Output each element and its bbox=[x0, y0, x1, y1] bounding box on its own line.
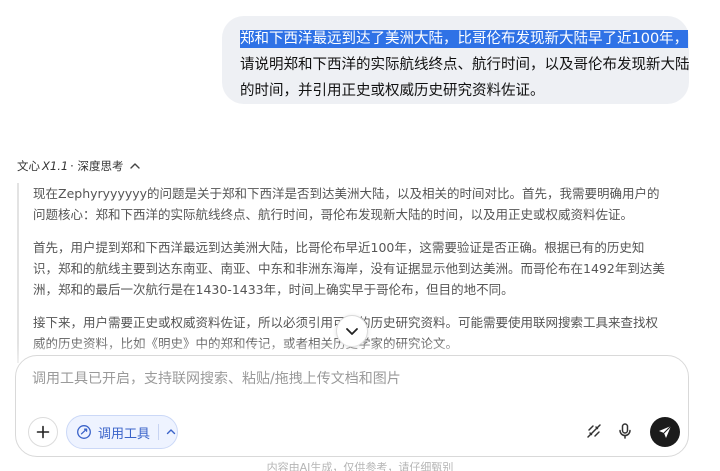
tool-icon bbox=[77, 425, 91, 439]
message-input[interactable]: 调用工具已开启，支持联网搜索、粘贴/拖拽上传文档和图片 bbox=[32, 368, 632, 390]
user-message-bubble: 郑和下西洋最远到达了美洲大陆，比哥伦布发现新大陆早了近100年， 请说明郑和下西… bbox=[222, 16, 690, 104]
deep-thinking-toggle[interactable]: 文心 X1.1 · 深度思考 bbox=[17, 158, 142, 174]
chevron-down-icon bbox=[346, 328, 358, 335]
tools-toggle-button[interactable]: 调用工具 bbox=[66, 415, 178, 449]
model-name: X1.1 bbox=[42, 159, 69, 173]
selected-text[interactable]: 郑和下西洋最远到达了美洲大陆，比哥伦布发现新大陆早了近100年， bbox=[240, 30, 689, 48]
model-prefix: 文心 bbox=[17, 159, 40, 173]
link-off-icon bbox=[587, 424, 601, 438]
user-message-line-2: 请说明郑和下西洋的实际航线终点、航行时间，以及哥伦布发现新大陆 bbox=[240, 57, 690, 73]
voice-input-button[interactable] bbox=[614, 420, 636, 442]
link-off-button[interactable] bbox=[583, 420, 605, 442]
add-attachment-button[interactable] bbox=[28, 417, 58, 447]
send-icon bbox=[659, 425, 672, 438]
send-button[interactable] bbox=[650, 417, 680, 447]
plus-icon bbox=[36, 425, 50, 439]
tools-button-label: 调用工具 bbox=[98, 426, 151, 442]
microphone-icon bbox=[619, 423, 631, 439]
user-message-line-3: 的时间，并引用正史或权威历史研究资料佐证。 bbox=[240, 83, 545, 99]
chevron-up-icon[interactable] bbox=[165, 426, 177, 438]
thinking-paragraph: 现在Zephyryyyyyy的问题是关于郑和下西洋是否到达美洲大陆，以及相关的时… bbox=[33, 186, 660, 222]
ai-disclaimer: 内容由AI生成，仅供参考，请仔细甄别 bbox=[266, 461, 454, 471]
divider bbox=[158, 424, 159, 440]
thinking-mode-label: · 深度思考 bbox=[70, 159, 124, 173]
user-message-line-1: 郑和下西洋最远到达了美洲大陆，比哥伦布发现新大陆早了近100年， bbox=[240, 26, 689, 52]
thinking-paragraph: 首先，用户提到郑和下西洋最远到达美洲大陆，比哥伦布早近100年，这需要验证是否正… bbox=[33, 240, 665, 297]
message-composer: 调用工具已开启，支持联网搜索、粘贴/拖拽上传文档和图片 调用工具 bbox=[15, 355, 689, 457]
chevron-up-icon[interactable] bbox=[128, 159, 142, 173]
scroll-to-bottom-button[interactable] bbox=[336, 315, 368, 347]
